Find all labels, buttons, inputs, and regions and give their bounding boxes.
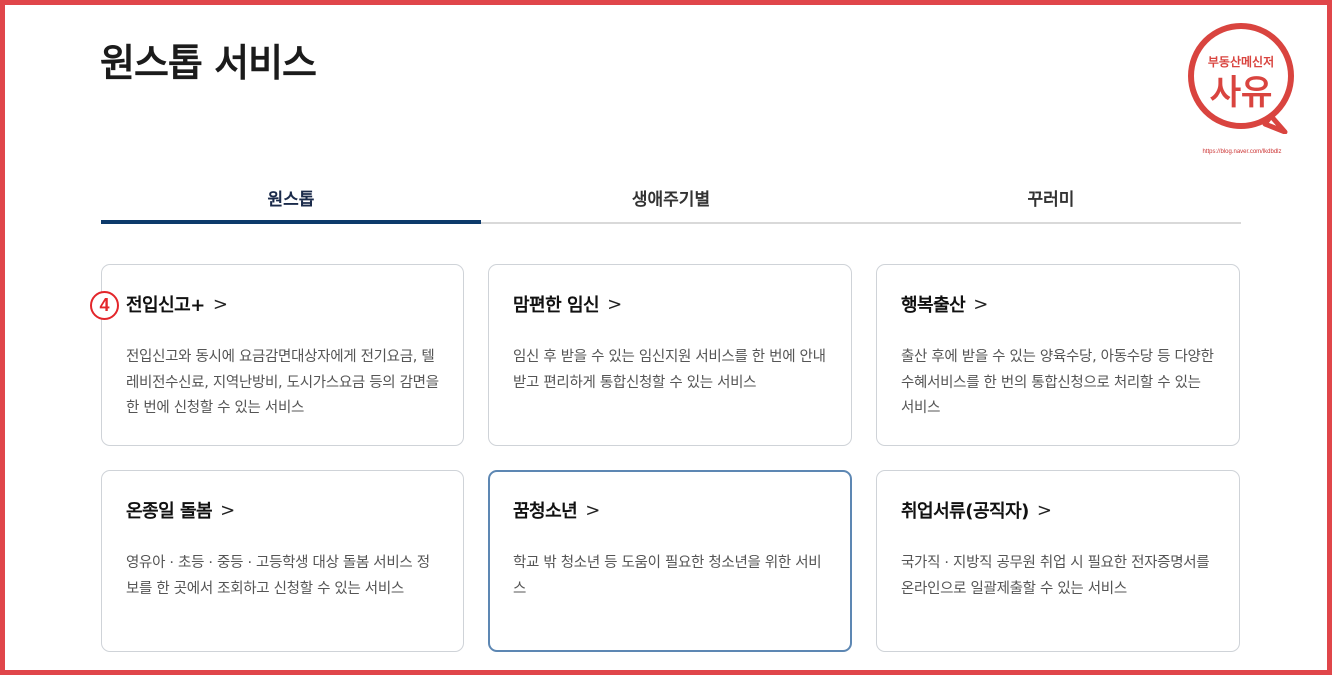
card-description: 출산 후에 받을 수 있는 양육수당, 아동수당 등 다양한 수혜서비스를 한 … xyxy=(901,349,1214,416)
watermark-line2: 사유 xyxy=(1210,73,1273,113)
card-title: 전입신고+ > xyxy=(126,291,439,317)
chevron-right-icon: > xyxy=(607,293,622,315)
page-title: 원스톱 서비스 xyxy=(100,41,317,85)
tab-package[interactable]: 꾸러미 xyxy=(861,170,1241,222)
card-pregnancy[interactable]: 맘편한 임신 > 임신 후 받을 수 있는 임신지원 서비스를 한 번에 안내받… xyxy=(488,264,852,446)
card-description: 학교 밖 청소년 등 도움이 필요한 청소년을 위한 서비스 xyxy=(513,555,822,597)
chevron-right-icon: > xyxy=(212,293,228,315)
tab-onestop[interactable]: 원스톱 xyxy=(101,170,481,224)
card-title: 맘편한 임신 > xyxy=(513,291,827,317)
card-description: 전입신고와 동시에 요금감면대상자에게 전기요금, 텔레비전수신료, 지역난방비… xyxy=(126,349,439,416)
card-description: 국가직 · 지방직 공무원 취업 시 필요한 전자증명서를 온라인으로 일괄제출… xyxy=(901,555,1210,597)
step-number-badge: 4 xyxy=(90,291,119,320)
card-title-text: 꿈청소년 xyxy=(513,501,578,522)
card-move-in-report[interactable]: 전입신고+ > 전입신고와 동시에 요금감면대상자에게 전기요금, 텔레비전수신… xyxy=(101,264,464,446)
card-title: 취업서류(공직자) > xyxy=(901,497,1215,523)
card-childbirth[interactable]: 행복출산 > 출산 후에 받을 수 있는 양육수당, 아동수당 등 다양한 수혜… xyxy=(876,264,1240,446)
tab-lifecycle[interactable]: 생애주기별 xyxy=(481,170,861,222)
card-description: 임신 후 받을 수 있는 임신지원 서비스를 한 번에 안내받고 편리하게 통합… xyxy=(513,349,826,391)
card-title: 행복출산 > xyxy=(901,291,1215,317)
watermark-logo: 부동산메신저 사유 xyxy=(1185,20,1299,135)
watermark-line1: 부동산메신저 xyxy=(1208,54,1274,69)
service-card-grid: 전입신고+ > 전입신고와 동시에 요금감면대상자에게 전기요금, 텔레비전수신… xyxy=(101,264,1241,652)
card-all-day-care[interactable]: 온종일 돌봄 > 영유아 · 초등 · 중등 · 고등학생 대상 돌봄 서비스 … xyxy=(101,470,464,652)
card-title: 온종일 돌봄 > xyxy=(126,497,439,523)
card-employment-documents[interactable]: 취업서류(공직자) > 국가직 · 지방직 공무원 취업 시 필요한 전자증명서… xyxy=(876,470,1240,652)
card-title-text: 행복출산 xyxy=(901,295,966,316)
card-description: 영유아 · 초등 · 중등 · 고등학생 대상 돌봄 서비스 정보를 한 곳에서… xyxy=(126,555,430,597)
card-title-text: 맘편한 임신 xyxy=(513,295,600,316)
card-title-text: 온종일 돌봄 xyxy=(126,501,213,522)
chevron-right-icon: > xyxy=(585,499,600,521)
card-youth[interactable]: 꿈청소년 > 학교 밖 청소년 등 도움이 필요한 청소년을 위한 서비스 xyxy=(488,470,852,652)
card-title-text: 취업서류(공직자) xyxy=(901,501,1029,522)
watermark-url: https://blog.naver.com/lkdbdlz xyxy=(1202,149,1282,155)
card-title: 꿈청소년 > xyxy=(513,497,827,523)
card-title-text: 전입신고+ xyxy=(126,295,205,316)
chevron-right-icon: > xyxy=(973,293,988,315)
chevron-right-icon: > xyxy=(1036,499,1052,521)
chevron-right-icon: > xyxy=(220,499,235,521)
service-tabs: 원스톱 생애주기별 꾸러미 xyxy=(101,170,1241,224)
